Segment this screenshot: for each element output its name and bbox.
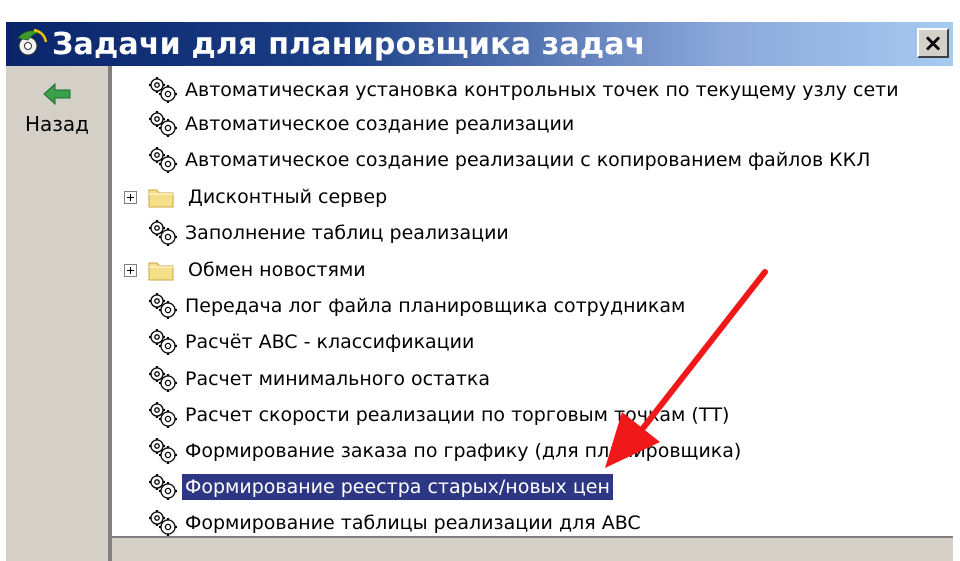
tree-item-label: Расчет минимального остатка (185, 368, 491, 390)
gear-icon (149, 293, 177, 319)
tree-item-sales-speed[interactable]: Расчет скорости реализации по торговым т… (148, 399, 732, 431)
tree-item-label: Дисконтный сервер (188, 186, 388, 208)
back-button[interactable]: Назад (6, 74, 108, 154)
gear-icon (149, 220, 177, 246)
tree-item-label: Передача лог файла планировщика сотрудни… (185, 295, 686, 317)
gear-icon (149, 438, 177, 464)
gear-icon (149, 474, 177, 500)
tree-folder-news-exchange[interactable]: Обмен новостями (124, 254, 369, 286)
task-scheduler-window: Задачи для планировщика задач × Назад Ав… (0, 0, 960, 561)
tree-item-auto-sales-kkl[interactable]: Автоматическое создание реализации с коп… (148, 144, 873, 176)
tree-item-order-schedule[interactable]: Формирование заказа по графику (для план… (148, 435, 744, 467)
tree-item-label: Автоматическое создание реализации с коп… (185, 149, 871, 171)
tree-item-label: Заполнение таблиц реализации (185, 222, 509, 244)
back-label: Назад (24, 112, 89, 136)
tree-item-abc-classification[interactable]: Расчёт ABC - классификации (148, 326, 477, 358)
close-button[interactable]: × (917, 28, 949, 58)
window-title: Задачи для планировщика задач (52, 26, 646, 62)
folder-icon (148, 189, 174, 208)
expand-icon[interactable] (124, 263, 137, 277)
tree-item-label: Автоматическое создание реализации (185, 113, 575, 135)
gear-icon (149, 329, 177, 355)
tree-folder-discount-server[interactable]: Дисконтный сервер (124, 181, 390, 213)
back-arrow-icon (43, 82, 71, 106)
expand-icon[interactable] (124, 190, 137, 204)
gear-icon (149, 147, 177, 173)
gear-icon (149, 510, 177, 536)
tree-item-log-transfer[interactable]: Передача лог файла планировщика сотрудни… (148, 290, 688, 322)
gear-icon (149, 77, 177, 103)
tree-item-label: Формирование таблицы реализации для ABC (185, 512, 641, 534)
tree-bottom-edge (112, 536, 953, 561)
gear-icon (149, 402, 177, 428)
close-icon: × (922, 29, 944, 57)
tree-item-abc-table[interactable]: Формирование таблицы реализации для ABC (148, 507, 644, 539)
tree-item-checkpoints[interactable]: Автоматическая установка контрольных точ… (148, 74, 902, 106)
tree-item-price-registry[interactable]: Формирование реестра старых/новых цен (148, 471, 613, 503)
tree-item-label: Расчёт ABC - классификации (185, 331, 475, 353)
task-tree[interactable]: Автоматическая установка контрольных точ… (112, 66, 953, 536)
app-icon (17, 28, 48, 56)
tree-item-auto-sales[interactable]: Автоматическое создание реализации (148, 108, 577, 140)
tree-item-min-stock[interactable]: Расчет минимального остатка (148, 363, 493, 395)
tree-item-fill-tables[interactable]: Заполнение таблиц реализации (148, 217, 512, 249)
title-bar[interactable]: Задачи для планировщика задач × (6, 22, 953, 66)
sidebar: Назад (6, 66, 110, 561)
gear-icon (149, 111, 177, 137)
tree-item-label: Автоматическая установка контрольных точ… (185, 79, 899, 101)
tree-item-label: Формирование реестра старых/новых цен (182, 474, 613, 500)
folder-icon (148, 262, 174, 281)
tree-item-label: Расчет скорости реализации по торговым т… (185, 404, 730, 426)
tree-item-label: Формирование заказа по графику (для план… (185, 440, 742, 462)
tree-item-label: Обмен новостями (188, 259, 366, 281)
gear-icon (149, 366, 177, 392)
